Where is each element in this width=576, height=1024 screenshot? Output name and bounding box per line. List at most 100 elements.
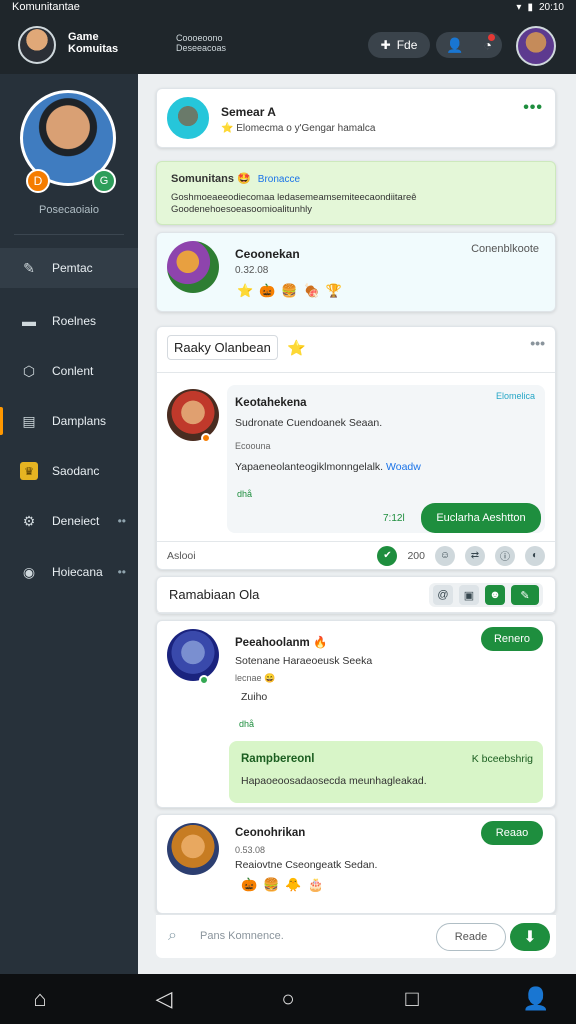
banner-title: Somunitans 🤩 Bronacce [171, 172, 300, 185]
burger-icon[interactable]: 🍔 [263, 877, 279, 893]
message-small: Ecoouna [235, 441, 271, 451]
back-icon[interactable]: ◁ [144, 986, 184, 1012]
game-avatar[interactable] [167, 241, 219, 293]
signal-icon: ▮ [527, 1, 533, 13]
app-title-line1: Game [68, 31, 99, 43]
star-icon[interactable]: ⭐ [287, 339, 306, 357]
reply-link[interactable]: dhå [237, 489, 252, 499]
message-line2-link[interactable]: Woadw [386, 461, 421, 473]
sidebar-item-5[interactable]: ⚙ Deneiect •• [0, 501, 138, 541]
sidebar-item-4[interactable]: ♛ Saodanc [0, 451, 138, 491]
thread2-tools: @ ▣ ☻ ✎ [429, 583, 543, 607]
reaction-icon[interactable]: ◐ [525, 545, 545, 566]
sidebar-item-3[interactable]: ▤ Damplans [0, 401, 138, 441]
thread-header: Raaky Olanbean ⭐ ••• [157, 327, 555, 373]
sidebar-item-2[interactable]: ⬡ Conlent [0, 351, 138, 391]
trophy-icon[interactable]: 🏆 [326, 283, 342, 299]
app-title-line2: Komuitas [68, 43, 119, 55]
composer-secondary-button[interactable]: Reade [436, 923, 506, 951]
search-icon[interactable]: ⌕ [168, 927, 188, 947]
message-line2-text: Yapaeneolanteogiklmonngelalk. [235, 461, 384, 473]
post-tag-button[interactable]: Renero [481, 627, 543, 651]
game-pill-button[interactable]: ✚ Fde [368, 32, 430, 58]
post-small1: lecnae 😄 [235, 673, 275, 684]
gear-icon: ⚙ [22, 512, 36, 529]
announcement-banner[interactable]: Somunitans 🤩 Bronacce Goshmoeaeeodiecoma… [156, 161, 556, 225]
trophy-icon: ♛ [20, 462, 38, 480]
thread-action-row: Aslooi ✔ 200 ☺ ⇄ ⓘ ◐ [157, 541, 555, 569]
more-icon[interactable]: •• [118, 565, 126, 579]
burger-icon[interactable]: 🍔 [281, 283, 297, 299]
cake-icon[interactable]: 🎂 [308, 877, 324, 893]
post-tag-button[interactable]: Reaao [481, 821, 543, 845]
star-icon[interactable]: ⭐ [237, 283, 253, 299]
post-author[interactable]: Ceonohrikan [235, 827, 305, 839]
share-icon[interactable]: ⇄ [465, 545, 485, 566]
message-action-button[interactable]: Euclarha Aeshtton [421, 503, 541, 533]
pumpkin-icon[interactable]: 🎃 [241, 877, 257, 893]
topbar-icon-group: 👤 ◔ [436, 32, 502, 58]
composer-input[interactable]: Pans Komnence. [200, 930, 284, 942]
avatar[interactable] [18, 26, 56, 64]
send-button[interactable]: ⬇ [510, 923, 550, 951]
reaction-row: ⭐ 🎃 🍔 🍖 🏆 [237, 283, 342, 299]
user-avatar-right[interactable] [516, 26, 556, 66]
image-icon[interactable]: ▣ [459, 585, 479, 605]
quote-right: K bceebshrig [471, 753, 533, 765]
profile-card[interactable]: Semear A ⭐ Elomecma o y'Gengar hamalca •… [156, 88, 556, 148]
home-icon[interactable]: ⌂ [20, 986, 60, 1012]
like-icon[interactable]: ✔ [377, 545, 398, 566]
post-author[interactable]: Peeahoolanm 🔥 [235, 635, 327, 649]
smile-emoji-icon: 🤩 [237, 173, 251, 185]
avatar[interactable] [167, 629, 219, 681]
status-bar: Komunitantae ▾ ▮ 20:10 [0, 0, 576, 14]
edit-icon[interactable]: ✎ [511, 585, 539, 605]
sidebar-item-1[interactable]: ▬ Roelnes [0, 301, 138, 341]
emoji-icon[interactable]: ☻ [485, 585, 505, 605]
action-count: 200 [407, 549, 425, 562]
game-card[interactable]: Ceoonekan 0.32.08 Conenblkoote ⭐ 🎃 🍔 🍖 🏆 [156, 232, 556, 312]
main-feed: Semear A ⭐ Elomecma o y'Gengar hamalca •… [138, 74, 576, 974]
sidebar-item-label: Roelnes [52, 314, 97, 328]
sidebar-item-label: Conlent [52, 364, 94, 378]
more-icon[interactable]: •• [118, 514, 126, 528]
quote-body: Hapaoeoosadaosecda meunhagleakad. [241, 775, 427, 787]
sidebar-item-6[interactable]: ◉ Hoiecana •• [0, 552, 138, 592]
system-nav-bar: ⌂ ◁ ○ □ 👤 [0, 974, 576, 1024]
gamepad-icon: ✚ [380, 38, 391, 52]
thread-title[interactable]: Raaky Olanbean [167, 335, 278, 360]
more-menu-icon[interactable]: ••• [530, 335, 545, 351]
meat-icon[interactable]: 🍖 [304, 283, 320, 299]
card-subtitle-text: Elomecma o y'Gengar hamalca [236, 123, 376, 134]
notification-icon[interactable]: ◔ [484, 34, 496, 53]
message-author[interactable]: Keotahekena [235, 397, 307, 409]
recent-apps-icon[interactable]: □ [392, 986, 432, 1012]
chick-icon[interactable]: 🐥 [285, 877, 301, 893]
reaction-row: 🎃 🍔 🐥 🎂 [241, 877, 324, 893]
sidebar-item-0[interactable]: ✎ Pemtac [0, 248, 138, 288]
user-icon[interactable]: ☺ [435, 545, 455, 566]
game-title: Ceoonekan [235, 247, 300, 261]
shield-icon: ⬡ [22, 362, 36, 379]
avatar[interactable] [167, 389, 219, 441]
message-corner-link[interactable]: Elomelica [496, 391, 535, 401]
info-icon[interactable]: ⓘ [495, 545, 515, 566]
circle-home-icon[interactable]: ○ [268, 986, 308, 1012]
more-menu-icon[interactable]: ••• [523, 99, 543, 117]
post-author-text: Peeahoolanm [235, 637, 310, 649]
gamepad-icon: ◉ [22, 563, 36, 580]
pumpkin-icon[interactable]: 🎃 [259, 283, 275, 299]
user-icon[interactable]: 👤 [446, 37, 463, 54]
post-card: Peeahoolanm 🔥 Sotenane Haraeoeusk Seeka … [156, 620, 556, 808]
top-bar: Game Komuitas Coooeoono Deseeacoas ✚ Fde… [0, 14, 576, 74]
sidebar-item-label: Damplans [52, 414, 107, 428]
profile-icon[interactable]: 👤 [516, 986, 556, 1012]
avatar[interactable] [167, 823, 219, 875]
reply-link[interactable]: dhå [239, 719, 254, 729]
post-line1: Sotenane Haraeoeusk Seeka [235, 655, 373, 667]
banner-link[interactable]: Bronacce [258, 174, 300, 185]
online-indicator [201, 433, 211, 443]
avatar[interactable] [167, 97, 209, 139]
card-title-text: Semear [221, 105, 265, 119]
mention-icon[interactable]: @ [433, 585, 453, 605]
